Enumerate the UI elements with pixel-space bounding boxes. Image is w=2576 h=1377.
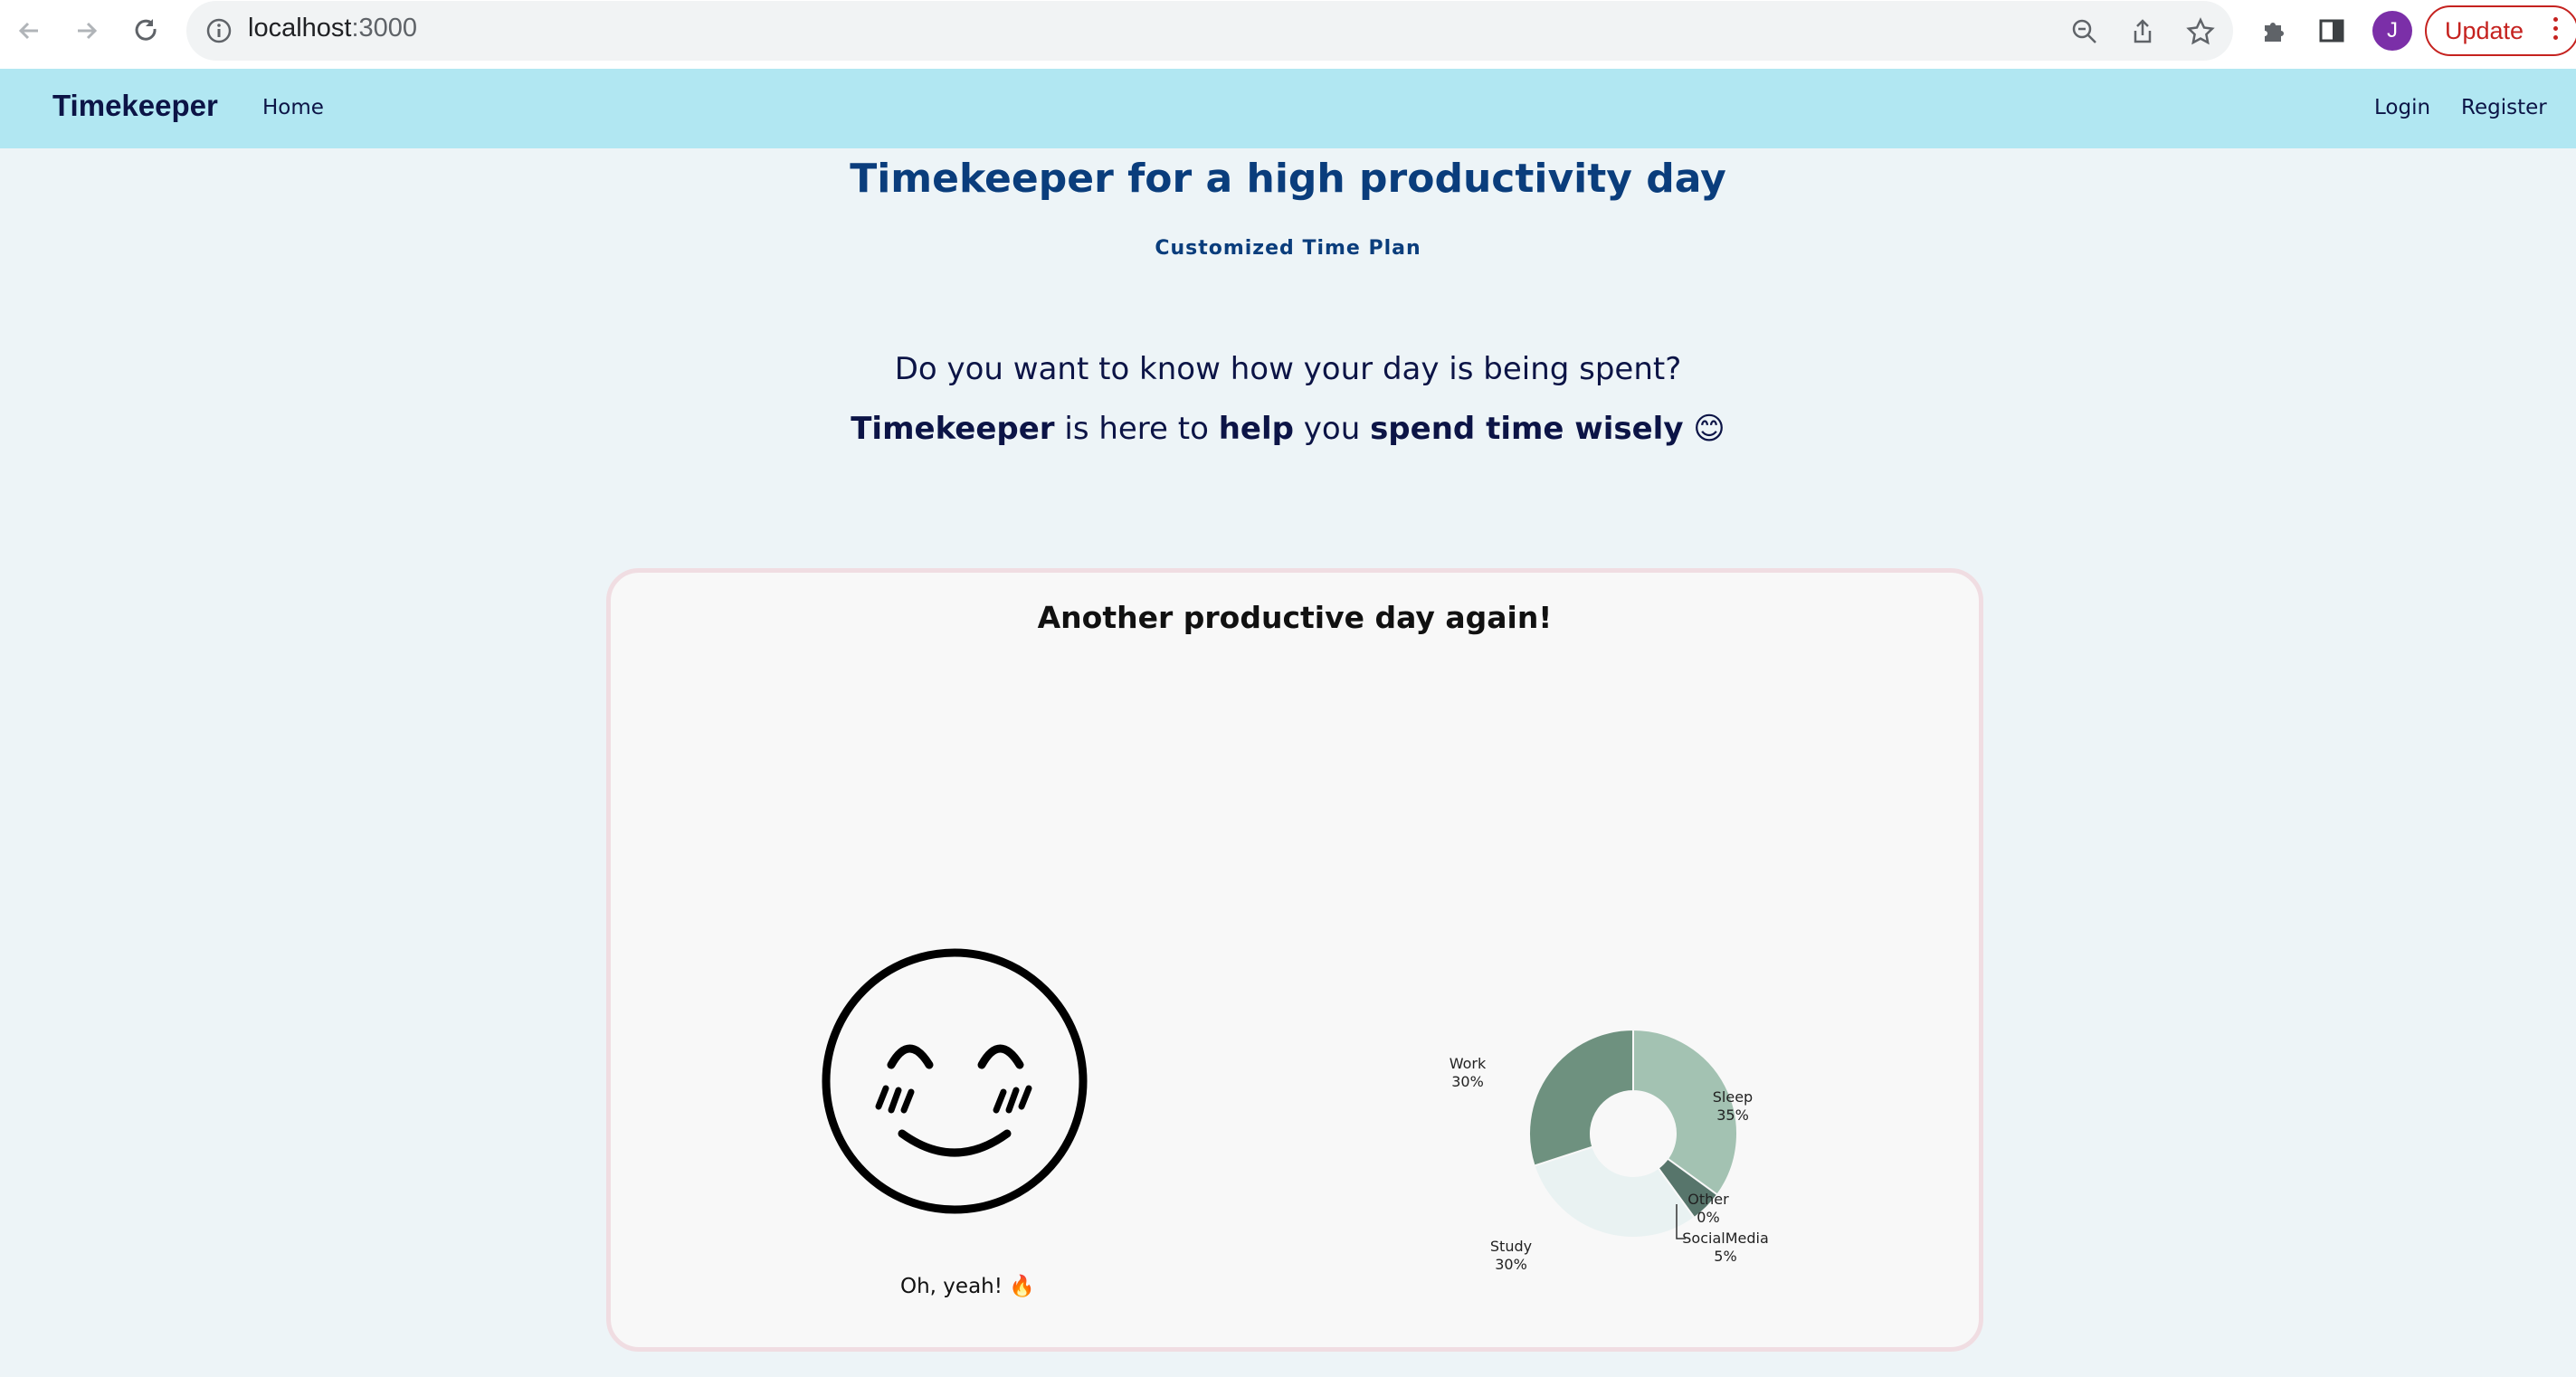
- pie-label-work: Work 30%: [1450, 1055, 1487, 1090]
- time-pie-chart: Sleep 35%SocialMedia 5%Other 0%Study 30%Work…: [1450, 1028, 1769, 1273]
- site-info-icon[interactable]: [204, 16, 233, 49]
- url-host: localhost: [248, 14, 352, 43]
- hero-tagline: Timekeeper is here to help you spend tim…: [0, 411, 2576, 447]
- forward-icon[interactable]: [69, 13, 105, 49]
- tagline-help: help: [1218, 411, 1294, 447]
- pie-label-study: Study 30%: [1490, 1238, 1532, 1273]
- bookmark-star-icon[interactable]: [2182, 14, 2219, 50]
- url-port: :3000: [351, 14, 418, 43]
- page-subtitle: Customized Time Plan: [1155, 237, 1421, 260]
- tagline-text-1: is here to: [1054, 411, 1219, 447]
- reload-icon[interactable]: [128, 13, 165, 49]
- share-icon[interactable]: [2124, 14, 2161, 50]
- update-label: Update: [2445, 16, 2524, 44]
- profile-initial: J: [2387, 18, 2398, 43]
- tagline-emoji: 😊: [1683, 411, 1725, 447]
- update-button[interactable]: Update: [2425, 5, 2576, 56]
- summary-card: Another productive day again! Oh, yeah! …: [606, 568, 1983, 1352]
- nav-login[interactable]: Login: [2374, 96, 2430, 119]
- tagline-text-2: you: [1293, 411, 1371, 447]
- nav-home[interactable]: Home: [262, 96, 324, 119]
- smiley-face-icon: [822, 948, 1088, 1214]
- zoom-icon[interactable]: [2067, 14, 2103, 50]
- url-text: localhost:3000: [248, 14, 417, 43]
- profile-avatar[interactable]: J: [2372, 11, 2412, 51]
- card-title: Another productive day again!: [1037, 600, 1553, 635]
- pie-label-socialmedia: SocialMedia 5%: [1682, 1230, 1769, 1265]
- extensions-icon[interactable]: [2256, 13, 2292, 49]
- page-title: Timekeeper for a high productivity day: [850, 156, 1726, 202]
- menu-dots-icon[interactable]: [2553, 17, 2559, 44]
- pie-label-sleep: Sleep 35%: [1713, 1088, 1753, 1124]
- address-bar[interactable]: localhost:3000: [186, 1, 2233, 61]
- tagline-brand: Timekeeper: [851, 411, 1055, 447]
- pie-slice-work[interactable]: [1528, 1028, 1634, 1167]
- tagline-wise: spend time wisely: [1370, 411, 1684, 447]
- brand-logo[interactable]: Timekeeper: [52, 89, 218, 123]
- smiley-caption: Oh, yeah! 🔥: [900, 1275, 1035, 1298]
- side-panel-icon[interactable]: [2314, 13, 2350, 49]
- browser-toolbar: localhost:3000 J Update: [0, 0, 2576, 69]
- back-icon[interactable]: [11, 13, 47, 49]
- hero-question: Do you want to know how your day is bein…: [894, 351, 1682, 387]
- app-navbar: Timekeeper Home Login Register: [0, 69, 2576, 148]
- nav-register[interactable]: Register: [2461, 96, 2547, 119]
